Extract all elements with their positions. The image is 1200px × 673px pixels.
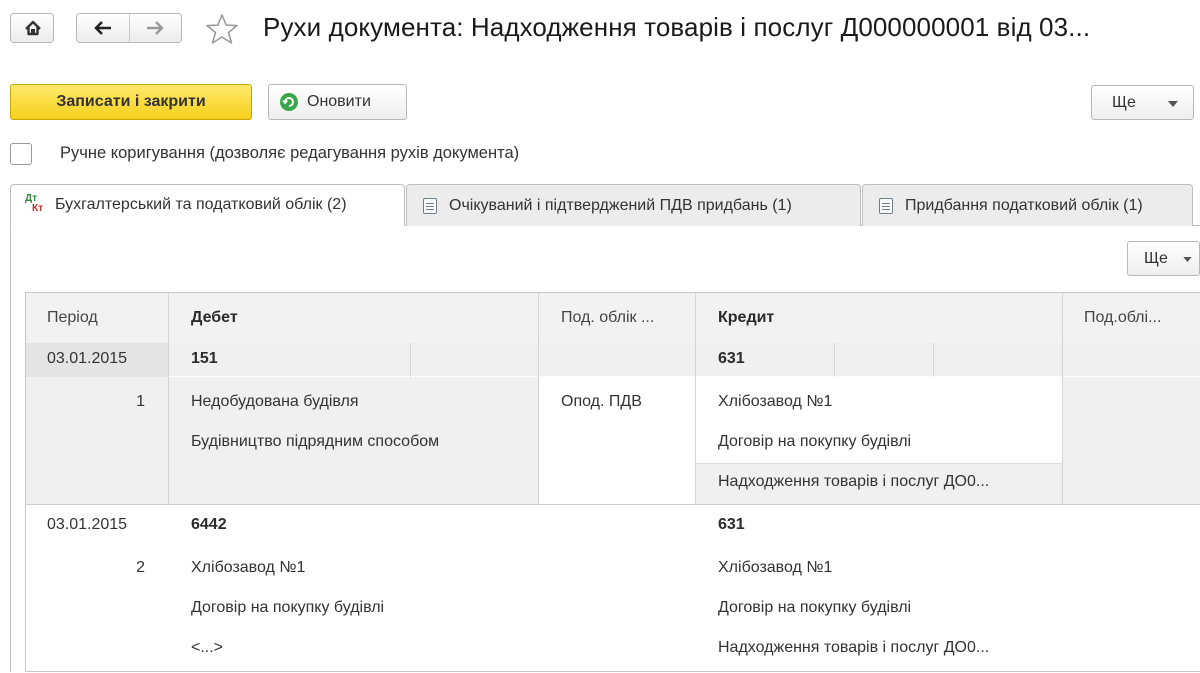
row-number: 2	[136, 559, 145, 576]
register-icon	[423, 197, 437, 214]
refresh-label: Оновити	[307, 93, 371, 110]
table-row[interactable]: 03.01.2015 1 151 Недобудована будівля Бу…	[26, 343, 1200, 504]
forward-button[interactable]	[130, 14, 182, 42]
row-number: 1	[136, 393, 145, 410]
back-button[interactable]	[77, 14, 130, 42]
column-tax-credit[interactable]: Под.облі...	[1084, 293, 1199, 343]
debit-subconto: Договір на покупку будівлі	[191, 599, 385, 616]
table-header: Період Дебет Под. облік ... Кредит Под.о…	[26, 293, 1200, 344]
credit-account: 631	[718, 350, 745, 367]
debit-account: 151	[191, 350, 218, 367]
debit-subconto: <...>	[191, 639, 224, 656]
tab-vat-expected[interactable]: Очікуваний і підтверджений ПДВ придбань …	[406, 184, 861, 226]
column-period[interactable]: Період	[47, 293, 167, 343]
chevron-down-icon	[1183, 257, 1192, 262]
history-nav-group	[76, 13, 182, 43]
register-icon	[879, 197, 893, 214]
arrow-left-icon	[94, 21, 111, 35]
tax-debit-value: Опод. ПДВ	[561, 393, 642, 410]
table-more-label: Ще	[1144, 249, 1168, 267]
credit-account: 631	[718, 516, 745, 533]
table-more-button[interactable]: Ще	[1127, 241, 1200, 276]
credit-subconto: Хлібозавод №1	[718, 393, 833, 410]
credit-subconto: Надходження товарів і послуг ДО0...	[718, 639, 990, 656]
tab-vat-expected-label: Очікуваний і підтверджений ПДВ придбань …	[449, 196, 792, 214]
table-row[interactable]: 03.01.2015 2 6442 Хлібозавод №1 Договір …	[26, 505, 1200, 673]
credit-subconto: Хлібозавод №1	[718, 559, 833, 576]
more-label: Ще	[1112, 93, 1136, 111]
arrow-right-icon	[147, 21, 164, 35]
tab-purchase-tax[interactable]: Придбання податковий облік (1)	[862, 184, 1193, 226]
debit-subconto: Будівництво підрядним способом	[191, 433, 440, 450]
manual-edit-label: Ручне коригування (дозволяє редагування …	[60, 144, 520, 162]
debit-subconto: Недобудована будівля	[191, 393, 359, 410]
save-and-close-button[interactable]: Записати і закрити	[10, 84, 252, 120]
debit-subconto: Хлібозавод №1	[191, 559, 306, 576]
more-actions-button[interactable]: Ще	[1091, 85, 1194, 120]
tab-accounting[interactable]: Дт Кт Бухгалтерський та податковий облік…	[10, 184, 405, 226]
dt-kt-icon: Дт Кт	[25, 193, 44, 214]
tab-accounting-label: Бухгалтерський та податковий облік (2)	[55, 196, 347, 213]
window-title: Рухи документа: Надходження товарів і по…	[263, 12, 1091, 42]
movements-table[interactable]: Період Дебет Под. облік ... Кредит Под.о…	[25, 292, 1200, 672]
column-debit[interactable]: Дебет	[191, 293, 531, 343]
refresh-button[interactable]: Оновити	[268, 84, 407, 120]
chevron-down-icon	[1168, 101, 1178, 107]
column-credit[interactable]: Кредит	[718, 293, 1058, 343]
home-button[interactable]	[10, 13, 54, 43]
row-period: 03.01.2015	[47, 516, 128, 533]
row-period: 03.01.2015	[47, 350, 128, 367]
refresh-icon	[280, 93, 298, 111]
manual-edit-checkbox[interactable]	[10, 143, 32, 165]
tab-purchase-tax-label: Придбання податковий облік (1)	[905, 196, 1143, 214]
credit-subconto: Договір на покупку будівлі	[718, 599, 912, 616]
home-icon	[25, 20, 41, 36]
column-tax-debit[interactable]: Под. облік ...	[561, 293, 691, 343]
credit-subconto: Надходження товарів і послуг ДО0...	[718, 473, 990, 490]
credit-subconto: Договір на покупку будівлі	[718, 433, 912, 450]
favorite-star-icon[interactable]	[205, 13, 239, 45]
debit-account: 6442	[191, 516, 227, 533]
panel-left-border	[10, 225, 11, 672]
